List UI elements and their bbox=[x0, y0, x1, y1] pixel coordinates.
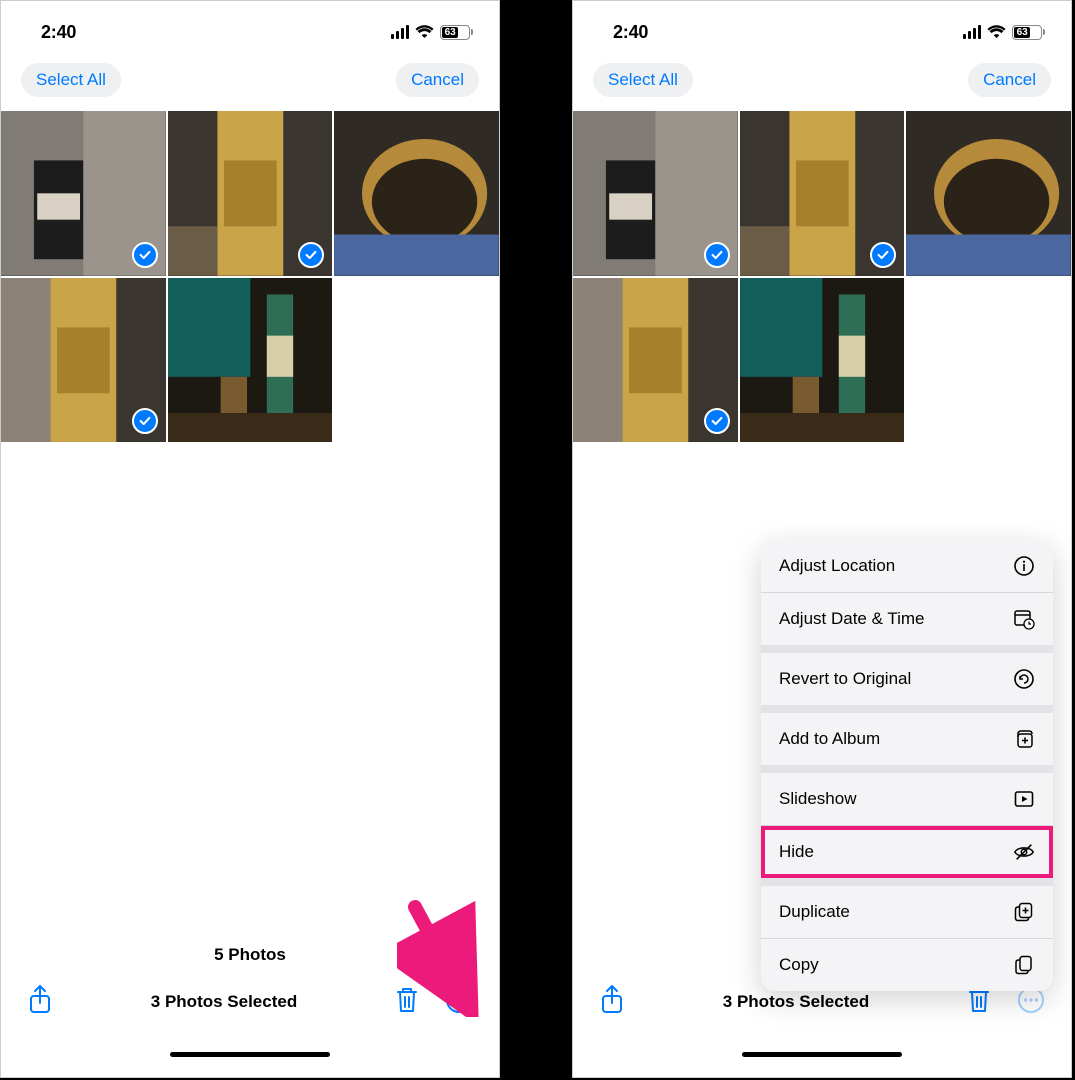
trash-button[interactable] bbox=[391, 982, 423, 1021]
menu-slideshow[interactable]: Slideshow bbox=[761, 773, 1053, 825]
eye-slash-icon bbox=[1013, 841, 1035, 863]
photo-thumb[interactable] bbox=[573, 111, 738, 276]
menu-adjust-location[interactable]: Adjust Location bbox=[761, 540, 1053, 592]
photo-thumb[interactable] bbox=[168, 278, 333, 443]
battery-icon: 63 bbox=[1012, 25, 1045, 40]
menu-item-label: Hide bbox=[779, 842, 814, 862]
menu-item-label: Duplicate bbox=[779, 902, 850, 922]
photo-thumb[interactable] bbox=[740, 278, 905, 443]
cancel-button[interactable]: Cancel bbox=[396, 63, 479, 97]
album-add-icon bbox=[1013, 728, 1035, 750]
play-rect-icon bbox=[1013, 788, 1035, 810]
toolbar: 5 Photos 3 Photos Selected bbox=[1, 945, 499, 1077]
duplicate-icon bbox=[1013, 901, 1035, 923]
photo-thumb[interactable] bbox=[1, 111, 166, 276]
toolbar: 3 Photos Selected bbox=[573, 981, 1071, 1077]
copy-icon bbox=[1013, 954, 1035, 976]
select-all-button[interactable]: Select All bbox=[21, 63, 121, 97]
status-bar: 2:40 63 bbox=[573, 1, 1071, 49]
status-indicators: 63 bbox=[391, 25, 473, 40]
menu-item-label: Add to Album bbox=[779, 729, 880, 749]
cancel-button[interactable]: Cancel bbox=[968, 63, 1051, 97]
menu-item-label: Adjust Date & Time bbox=[779, 609, 925, 629]
photo-thumb[interactable] bbox=[168, 111, 333, 276]
more-button[interactable] bbox=[441, 982, 477, 1021]
nav-bar: Select All Cancel bbox=[573, 49, 1071, 111]
phone-screenshot-right: 2:40 63 Select All Cancel bbox=[572, 0, 1072, 1078]
info-icon bbox=[1013, 555, 1035, 577]
home-indicator bbox=[742, 1052, 902, 1057]
home-indicator bbox=[170, 1052, 330, 1057]
select-all-button[interactable]: Select All bbox=[593, 63, 693, 97]
selection-check-icon bbox=[132, 242, 158, 268]
calendar-clock-icon bbox=[1013, 608, 1035, 630]
menu-add-to-album[interactable]: Add to Album bbox=[761, 713, 1053, 765]
photo-thumb[interactable] bbox=[1, 278, 166, 443]
status-time: 2:40 bbox=[613, 22, 648, 43]
selection-check-icon bbox=[298, 242, 324, 268]
menu-copy[interactable]: Copy bbox=[761, 939, 1053, 991]
cellular-icon bbox=[391, 25, 409, 39]
photo-thumb[interactable] bbox=[906, 111, 1071, 276]
selection-check-icon bbox=[704, 242, 730, 268]
photo-grid bbox=[1, 111, 499, 442]
revert-icon bbox=[1013, 668, 1035, 690]
menu-item-label: Revert to Original bbox=[779, 669, 911, 689]
phone-screenshot-left: 2:40 63 Select All Cancel bbox=[0, 0, 500, 1078]
nav-bar: Select All Cancel bbox=[1, 49, 499, 111]
photo-thumb[interactable] bbox=[334, 111, 499, 276]
selection-check-icon bbox=[704, 408, 730, 434]
share-button[interactable] bbox=[595, 981, 629, 1022]
wifi-icon bbox=[987, 25, 1006, 39]
menu-item-label: Slideshow bbox=[779, 789, 857, 809]
photo-count-label: 5 Photos bbox=[214, 945, 286, 965]
actions-menu: Adjust Location Adjust Date & Time Rever… bbox=[761, 540, 1053, 991]
status-indicators: 63 bbox=[963, 25, 1045, 40]
menu-item-label: Copy bbox=[779, 955, 819, 975]
cellular-icon bbox=[963, 25, 981, 39]
selection-check-icon bbox=[132, 408, 158, 434]
wifi-icon bbox=[415, 25, 434, 39]
menu-item-label: Adjust Location bbox=[779, 556, 895, 576]
menu-duplicate[interactable]: Duplicate bbox=[761, 886, 1053, 938]
selection-count-label: 3 Photos Selected bbox=[151, 992, 297, 1012]
photo-grid bbox=[573, 111, 1071, 442]
photo-thumb[interactable] bbox=[740, 111, 905, 276]
menu-adjust-datetime[interactable]: Adjust Date & Time bbox=[761, 593, 1053, 645]
selection-check-icon bbox=[870, 242, 896, 268]
menu-hide[interactable]: Hide bbox=[761, 826, 1053, 878]
status-bar: 2:40 63 bbox=[1, 1, 499, 49]
share-button[interactable] bbox=[23, 981, 57, 1022]
selection-count-label: 3 Photos Selected bbox=[723, 992, 869, 1012]
battery-icon: 63 bbox=[440, 25, 473, 40]
photo-thumb[interactable] bbox=[573, 278, 738, 443]
menu-revert-original[interactable]: Revert to Original bbox=[761, 653, 1053, 705]
status-time: 2:40 bbox=[41, 22, 76, 43]
